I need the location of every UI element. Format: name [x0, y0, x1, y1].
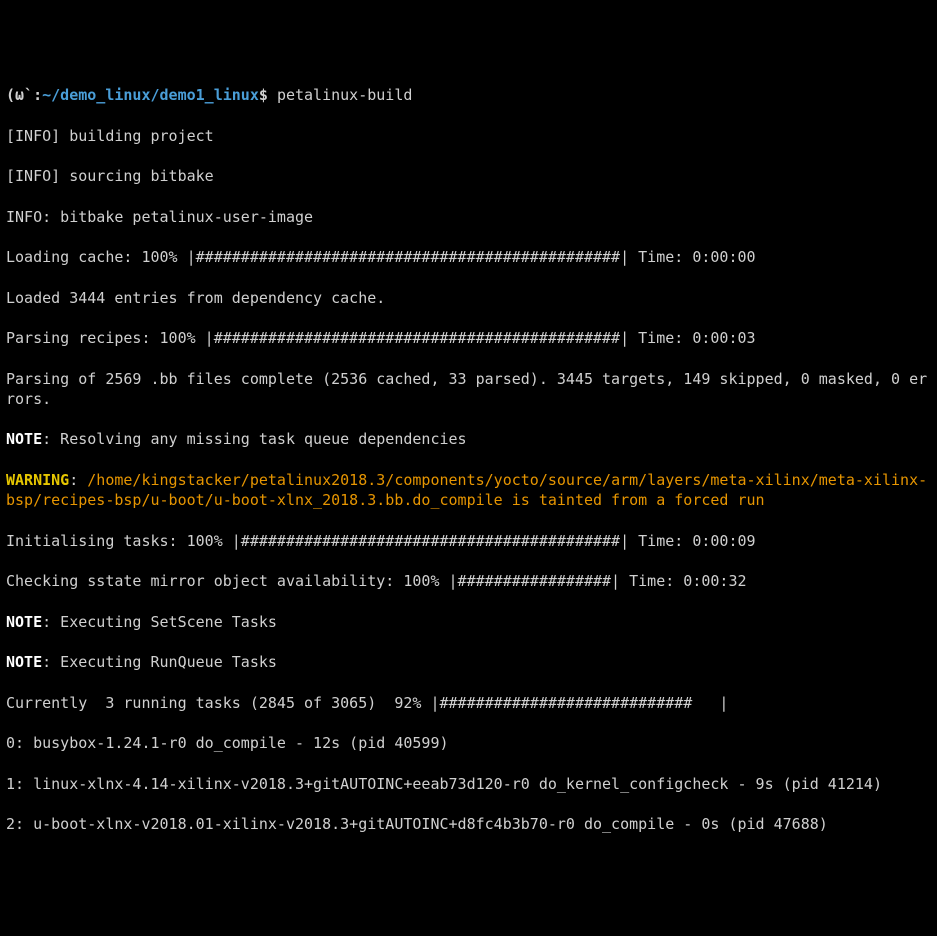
task-line-1: 1: linux-xlnx-4.14-xilinx-v2018.3+gitAUT… [6, 774, 931, 794]
progress-line-init-tasks: Initialising tasks: 100% |##############… [6, 531, 931, 551]
task-line-0: 0: busybox-1.24.1-r0 do_compile - 12s (p… [6, 733, 931, 753]
output-line: Loaded 3444 entries from dependency cach… [6, 288, 931, 308]
warning-label: WARNING [6, 471, 69, 489]
note-line: NOTE: Executing RunQueue Tasks [6, 652, 931, 672]
note-text: : Executing SetScene Tasks [42, 613, 277, 631]
output-line: [INFO] sourcing bitbake [6, 166, 931, 186]
prompt-path: ~/demo_linux/demo1_linux [42, 86, 259, 104]
command-input[interactable]: petalinux-build [277, 86, 412, 104]
note-text: : Executing RunQueue Tasks [42, 653, 277, 671]
progress-line-loading-cache: Loading cache: 100% |###################… [6, 247, 931, 267]
desktop-indicator: (ω` [6, 86, 33, 104]
prompt-suffix: $ [259, 86, 277, 104]
note-text: : Resolving any missing task queue depen… [42, 430, 466, 448]
warning-separator: : [69, 471, 87, 489]
prompt-line: (ω`:~/demo_linux/demo1_linux$ petalinux-… [6, 85, 931, 105]
prompt-separator: : [33, 86, 42, 104]
warning-path: /home/kingstacker/petalinux2018.3/compon… [6, 471, 927, 509]
progress-line-running-tasks: Currently 3 running tasks (2845 of 3065)… [6, 693, 931, 713]
output-line: Parsing of 2569 .bb files complete (2536… [6, 369, 931, 410]
note-label: NOTE [6, 653, 42, 671]
note-label: NOTE [6, 613, 42, 631]
warning-line: WARNING: /home/kingstacker/petalinux2018… [6, 470, 931, 511]
progress-line-parsing: Parsing recipes: 100% |#################… [6, 328, 931, 348]
task-line-2: 2: u-boot-xlnx-v2018.01-xilinx-v2018.3+g… [6, 814, 931, 834]
note-line: NOTE: Executing SetScene Tasks [6, 612, 931, 632]
output-line: [INFO] building project [6, 126, 931, 146]
progress-line-sstate: Checking sstate mirror object availabili… [6, 571, 931, 591]
note-label: NOTE [6, 430, 42, 448]
note-line: NOTE: Resolving any missing task queue d… [6, 429, 931, 449]
output-line: INFO: bitbake petalinux-user-image [6, 207, 931, 227]
